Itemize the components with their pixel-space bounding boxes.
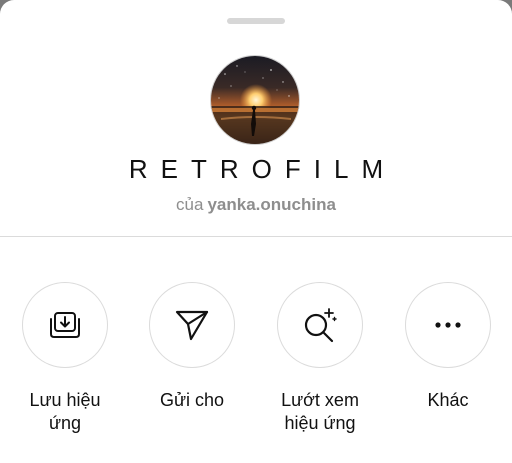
effect-title: RETROFILM	[128, 154, 397, 184]
save-tray-icon	[50, 312, 80, 338]
more-label: Khác	[427, 390, 469, 410]
save-effect-button[interactable]	[22, 282, 108, 368]
sheet-grabber-handle[interactable]	[227, 18, 285, 24]
more-button[interactable]	[405, 282, 491, 368]
send-to-label: Gửi cho	[159, 390, 225, 410]
send-to-button[interactable]	[149, 282, 235, 368]
browse-effects-button[interactable]	[277, 282, 363, 368]
effect-byline: của yanka.onuchina	[0, 194, 512, 216]
browse-effects-icon	[304, 308, 337, 343]
more-icon	[435, 322, 461, 328]
save-effect-action[interactable]: Lưu hiệu ứng	[0, 282, 130, 435]
sunset-sea-photo	[211, 56, 299, 144]
byline-prefix: của	[176, 195, 204, 214]
effect-avatar	[210, 55, 300, 145]
effect-bottom-sheet: RETROFILM của yanka.onuchina Lưu hiệu ứng	[0, 0, 512, 463]
more-action[interactable]: Khác	[383, 282, 512, 412]
save-effect-label: Lưu hiệu ứng	[29, 390, 101, 433]
browse-effects-action[interactable]: Lướt xem hiệu ứng	[255, 282, 385, 435]
creator-username-link[interactable]: yanka.onuchina	[207, 195, 335, 214]
divider	[0, 236, 512, 237]
send-icon	[175, 310, 209, 341]
browse-effects-label: Lướt xem hiệu ứng	[281, 390, 359, 433]
send-to-action[interactable]: Gửi cho	[127, 282, 257, 412]
